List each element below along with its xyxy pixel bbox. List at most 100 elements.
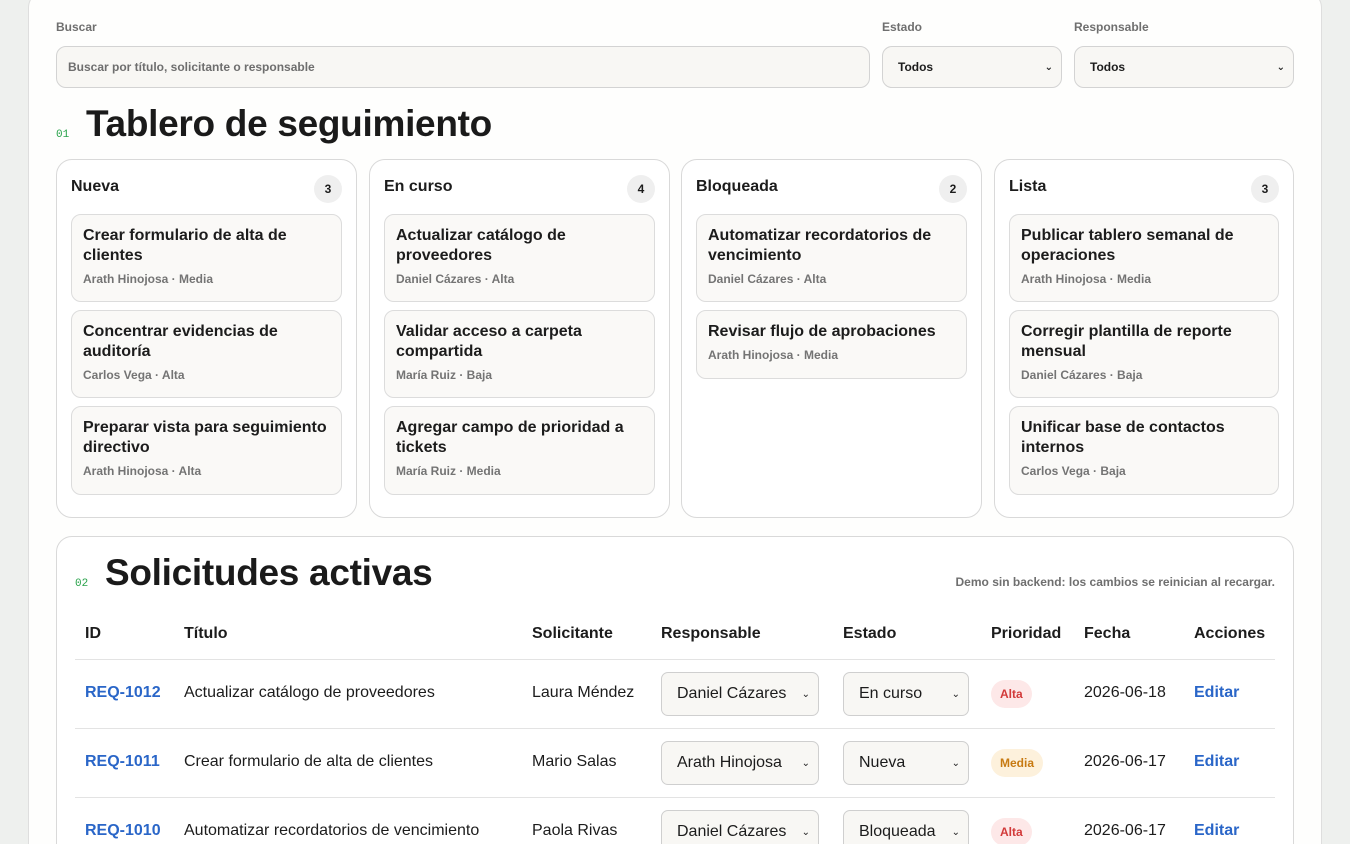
task-card-title: Revisar flujo de aprobaciones bbox=[708, 323, 936, 340]
column-title: En curso bbox=[384, 178, 453, 195]
column-count-badge: 4 bbox=[627, 175, 655, 203]
board-column-en-curso: En curso 4 Actualizar catálogo de provee… bbox=[369, 159, 670, 518]
column-header-prioridad: Prioridad bbox=[991, 625, 1062, 642]
task-card-title: Automatizar recordatorios de vencimiento bbox=[708, 227, 932, 264]
task-card[interactable]: Crear formulario de alta de clientes Ara… bbox=[71, 214, 342, 302]
column-title: Nueva bbox=[71, 178, 120, 195]
request-date: 2026-06-17 bbox=[1084, 753, 1166, 770]
task-card-title: Agregar campo de prioridad a tickets bbox=[396, 419, 624, 456]
task-card[interactable]: Agregar campo de prioridad a tickets Mar… bbox=[384, 406, 655, 495]
estado-filter-value: Todos bbox=[898, 60, 934, 74]
task-card-meta: Daniel Cázares · Alta bbox=[708, 272, 827, 286]
request-id-link[interactable]: REQ-1010 bbox=[85, 822, 161, 840]
task-card-meta: Carlos Vega · Alta bbox=[83, 368, 185, 382]
board-column-nueva: Nueva 3 Crear formulario de alta de clie… bbox=[56, 159, 357, 518]
task-card-meta: María Ruiz · Baja bbox=[396, 368, 493, 382]
priority-badge: Media bbox=[991, 749, 1044, 777]
search-input[interactable] bbox=[56, 46, 870, 88]
column-header-estado: Estado bbox=[843, 625, 897, 642]
column-title: Lista bbox=[1009, 178, 1047, 195]
column-header-fecha: Fecha bbox=[1084, 625, 1131, 642]
demo-note: Demo sin backend: los cambios se reinici… bbox=[955, 575, 1275, 589]
status-select-value: Nueva bbox=[859, 754, 906, 771]
task-card-meta: Carlos Vega · Baja bbox=[1021, 464, 1126, 478]
column-header-responsable: Responsable bbox=[661, 625, 761, 642]
task-card-title: Concentrar evidencias de auditoría bbox=[83, 323, 278, 360]
request-title: Actualizar catálogo de proveedores bbox=[184, 684, 435, 701]
priority-badge: Alta bbox=[991, 818, 1032, 844]
owner-select-value: Arath Hinojosa bbox=[677, 754, 782, 771]
task-card[interactable]: Concentrar evidencias de auditoría Carlo… bbox=[71, 310, 342, 398]
column-count-badge: 3 bbox=[314, 175, 342, 203]
task-card-meta: María Ruiz · Media bbox=[396, 464, 501, 478]
chevron-down-icon: ⌄ bbox=[801, 826, 810, 838]
task-card-meta: Arath Hinojosa · Media bbox=[1021, 272, 1152, 286]
task-card[interactable]: Preparar vista para seguimiento directiv… bbox=[71, 406, 342, 495]
owner-select-value: Daniel Cázares bbox=[677, 823, 787, 840]
request-date: 2026-06-17 bbox=[1084, 822, 1166, 839]
task-card[interactable]: Publicar tablero semanal de operaciones … bbox=[1009, 214, 1279, 302]
board-column-bloqueada: Bloqueada 2 Automatizar recordatorios de… bbox=[681, 159, 982, 518]
estado-filter-select[interactable]: Todos ⌄ bbox=[882, 46, 1062, 88]
chevron-down-icon: ⌄ bbox=[951, 826, 960, 838]
task-card[interactable]: Automatizar recordatorios de vencimiento… bbox=[696, 214, 967, 302]
requests-section: 02 Solicitudes activas Demo sin backend:… bbox=[56, 536, 1294, 844]
task-card[interactable]: Actualizar catálogo de proveedores Danie… bbox=[384, 214, 655, 302]
task-card-title: Corregir plantilla de reporte mensual bbox=[1021, 323, 1232, 360]
column-title: Bloqueada bbox=[696, 178, 778, 195]
chevron-down-icon: ⌄ bbox=[951, 757, 960, 769]
request-title: Crear formulario de alta de clientes bbox=[184, 753, 434, 770]
task-card[interactable]: Unificar base de contactos internos Carl… bbox=[1009, 406, 1279, 495]
priority-badge: Alta bbox=[991, 680, 1032, 708]
task-card-title: Publicar tablero semanal de operaciones bbox=[1021, 227, 1234, 264]
task-card[interactable]: Validar acceso a carpeta compartida Marí… bbox=[384, 310, 655, 398]
task-card-title: Unificar base de contactos internos bbox=[1021, 419, 1225, 456]
search-label: Buscar bbox=[56, 20, 97, 34]
estado-filter-label: Estado bbox=[882, 20, 923, 34]
request-requester: Laura Méndez bbox=[532, 684, 635, 701]
owner-select[interactable]: Daniel Cázares ⌄ bbox=[661, 672, 819, 716]
status-select-value: En curso bbox=[859, 685, 923, 702]
status-select[interactable]: Bloqueada ⌄ bbox=[843, 810, 969, 844]
request-id-link[interactable]: REQ-1011 bbox=[85, 753, 160, 771]
task-card-meta: Daniel Cázares · Alta bbox=[396, 272, 515, 286]
request-requester: Mario Salas bbox=[532, 753, 617, 770]
table-divider bbox=[75, 728, 1275, 729]
column-header-solicitante: Solicitante bbox=[532, 625, 613, 642]
task-card-title: Preparar vista para seguimiento directiv… bbox=[83, 419, 327, 456]
task-card[interactable]: Corregir plantilla de reporte mensual Da… bbox=[1009, 310, 1279, 398]
responsable-filter-label: Responsable bbox=[1074, 20, 1149, 34]
edit-link[interactable]: Editar bbox=[1194, 822, 1239, 840]
task-card-title: Actualizar catálogo de proveedores bbox=[396, 227, 566, 264]
edit-link[interactable]: Editar bbox=[1194, 753, 1239, 771]
status-select[interactable]: En curso ⌄ bbox=[843, 672, 969, 716]
responsable-filter-select[interactable]: Todos ⌄ bbox=[1074, 46, 1294, 88]
owner-select[interactable]: Daniel Cázares ⌄ bbox=[661, 810, 819, 844]
status-select-value: Bloqueada bbox=[859, 823, 936, 840]
owner-select[interactable]: Arath Hinojosa ⌄ bbox=[661, 741, 819, 785]
column-count-badge: 3 bbox=[1251, 175, 1279, 203]
section-number: 02 bbox=[75, 578, 89, 590]
status-select[interactable]: Nueva ⌄ bbox=[843, 741, 969, 785]
request-requester: Paola Rivas bbox=[532, 822, 618, 839]
task-card-meta: Arath Hinojosa · Alta bbox=[83, 464, 202, 478]
task-card-title: Validar acceso a carpeta compartida bbox=[396, 323, 582, 360]
column-count-badge: 2 bbox=[939, 175, 967, 203]
column-header-titulo: Título bbox=[184, 625, 228, 642]
task-card[interactable]: Revisar flujo de aprobaciones Arath Hino… bbox=[696, 310, 967, 379]
board-column-lista: Lista 3 Publicar tablero semanal de oper… bbox=[994, 159, 1294, 518]
chevron-down-icon: ⌄ bbox=[951, 688, 960, 700]
request-id-link[interactable]: REQ-1012 bbox=[85, 684, 161, 702]
task-card-title: Crear formulario de alta de clientes bbox=[83, 227, 287, 264]
task-card-meta: Arath Hinojosa · Media bbox=[83, 272, 214, 286]
responsable-filter-value: Todos bbox=[1090, 60, 1126, 74]
task-card-meta: Arath Hinojosa · Media bbox=[708, 348, 839, 362]
table-divider bbox=[75, 659, 1275, 660]
edit-link[interactable]: Editar bbox=[1194, 684, 1239, 702]
chevron-down-icon: ⌄ bbox=[801, 757, 810, 769]
requests-title: Solicitudes activas bbox=[105, 552, 433, 593]
request-date: 2026-06-18 bbox=[1084, 684, 1166, 701]
chevron-down-icon: ⌄ bbox=[801, 688, 810, 700]
chevron-down-icon: ⌄ bbox=[1044, 61, 1053, 73]
owner-select-value: Daniel Cázares bbox=[677, 685, 787, 702]
